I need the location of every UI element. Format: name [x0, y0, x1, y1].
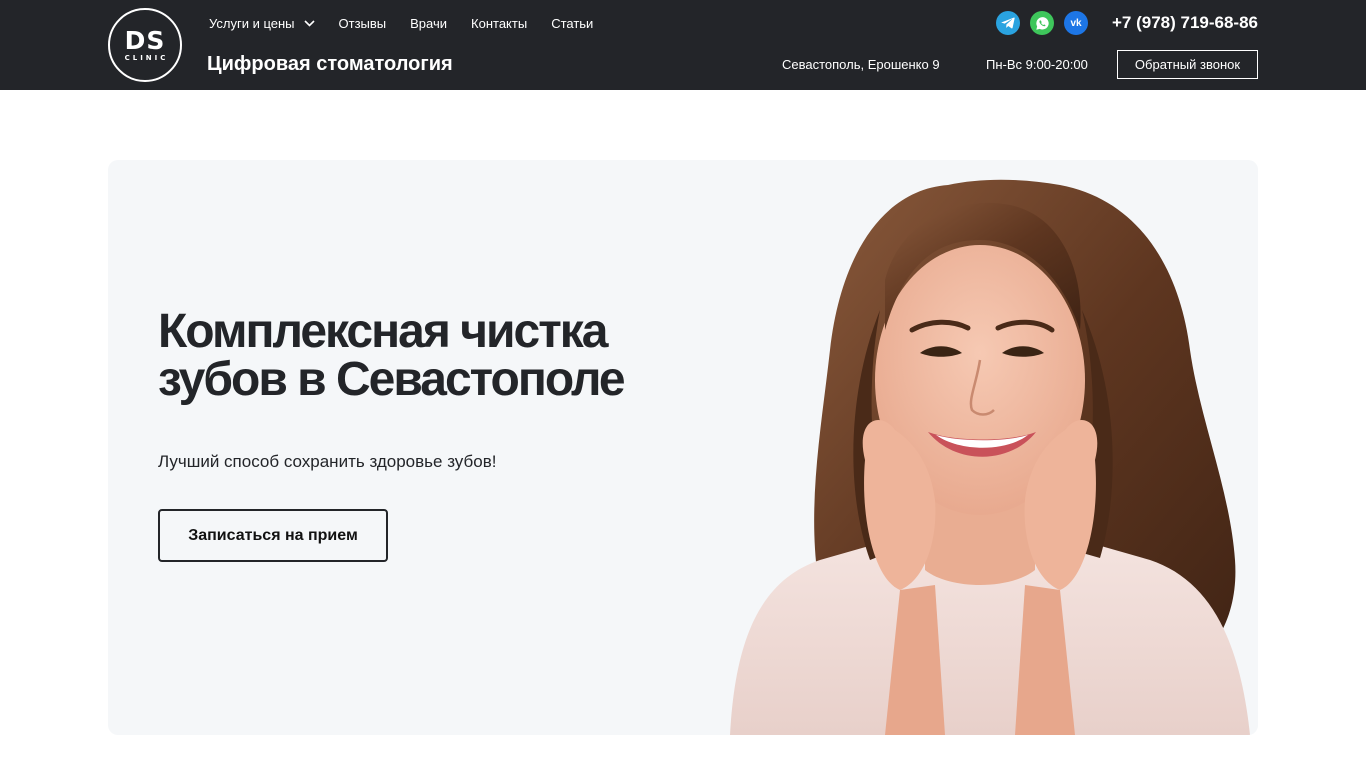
vk-icon[interactable]: vk: [1064, 11, 1088, 35]
chevron-down-icon: [303, 19, 315, 27]
logo-subtext: CLINIC: [124, 54, 169, 62]
main-nav: Услуги и цены Отзывы Врачи Контакты Стат…: [209, 15, 617, 31]
site-header: DS CLINIC Услуги и цены Отзывы Врачи Кон…: [0, 0, 1366, 90]
vk-glyph: vk: [1070, 17, 1082, 29]
phone-number[interactable]: +7 (978) 719-68-86: [1112, 13, 1258, 33]
nav-item-services[interactable]: Услуги и цены: [209, 16, 315, 31]
callback-button[interactable]: Обратный звонок: [1117, 50, 1258, 79]
hero-title: Комплексная чистка зубов в Севастополе: [158, 305, 626, 406]
whatsapp-icon[interactable]: [1030, 11, 1054, 35]
site-tagline: Цифровая стоматология: [207, 53, 453, 75]
nav-item-contacts[interactable]: Контакты: [471, 16, 527, 31]
nav-item-label: Контакты: [471, 15, 528, 31]
telegram-icon[interactable]: [996, 11, 1020, 35]
clinic-logo[interactable]: DS CLINIC: [108, 8, 182, 82]
nav-item-doctors[interactable]: Врачи: [410, 16, 447, 31]
nav-item-label: Отзывы: [338, 15, 387, 31]
hero-photo-smiling-woman: [680, 160, 1258, 735]
logo-text: DS: [124, 26, 166, 55]
hero-banner: Комплексная чистка зубов в Севастополе Л…: [108, 160, 1258, 735]
nav-item-label: Услуги и цены: [209, 15, 295, 31]
working-hours: Пн-Вс 9:00-20:00: [986, 57, 1088, 72]
social-links: vk: [996, 11, 1098, 35]
nav-item-label: Врачи: [410, 15, 448, 31]
nav-item-label: Статьи: [551, 15, 594, 31]
hero-subtitle: Лучший способ сохранить здоровье зубов!: [158, 452, 497, 471]
clinic-address: Севастополь, Ерошенко 9: [782, 57, 940, 72]
nav-item-reviews[interactable]: Отзывы: [339, 16, 387, 31]
book-appointment-button[interactable]: Записаться на прием: [158, 509, 388, 562]
nav-item-articles[interactable]: Статьи: [551, 16, 593, 31]
